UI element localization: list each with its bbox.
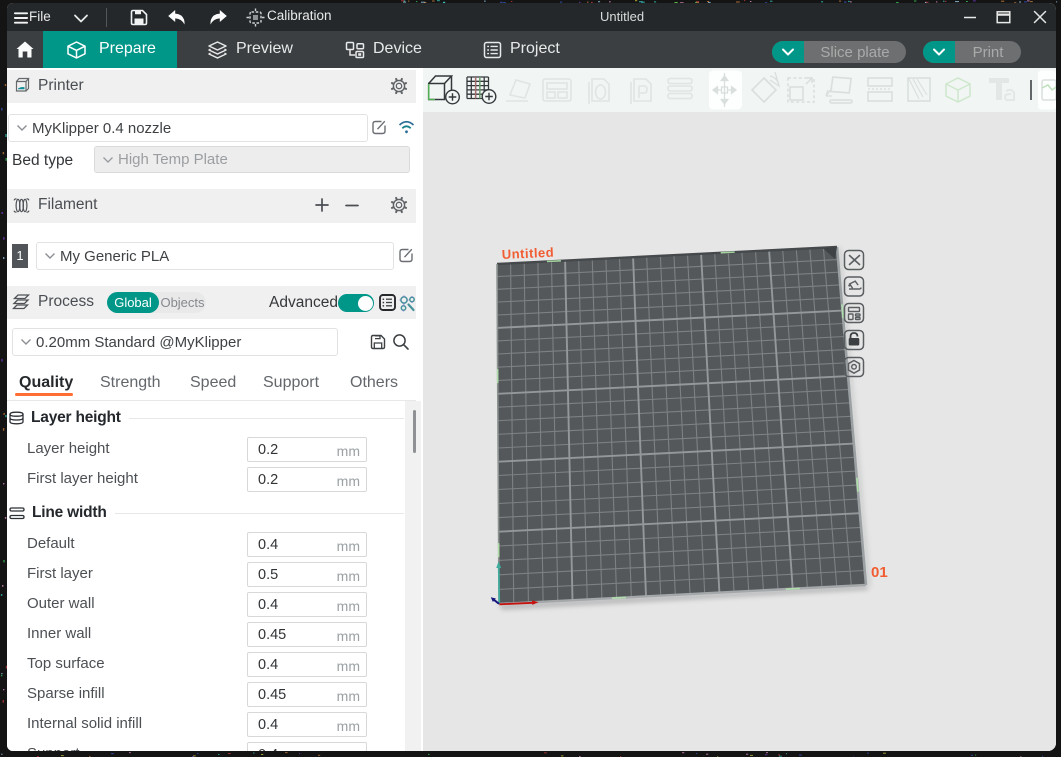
svg-text:01: 01 <box>871 564 888 581</box>
svg-text:Untitled: Untitled <box>501 245 554 262</box>
